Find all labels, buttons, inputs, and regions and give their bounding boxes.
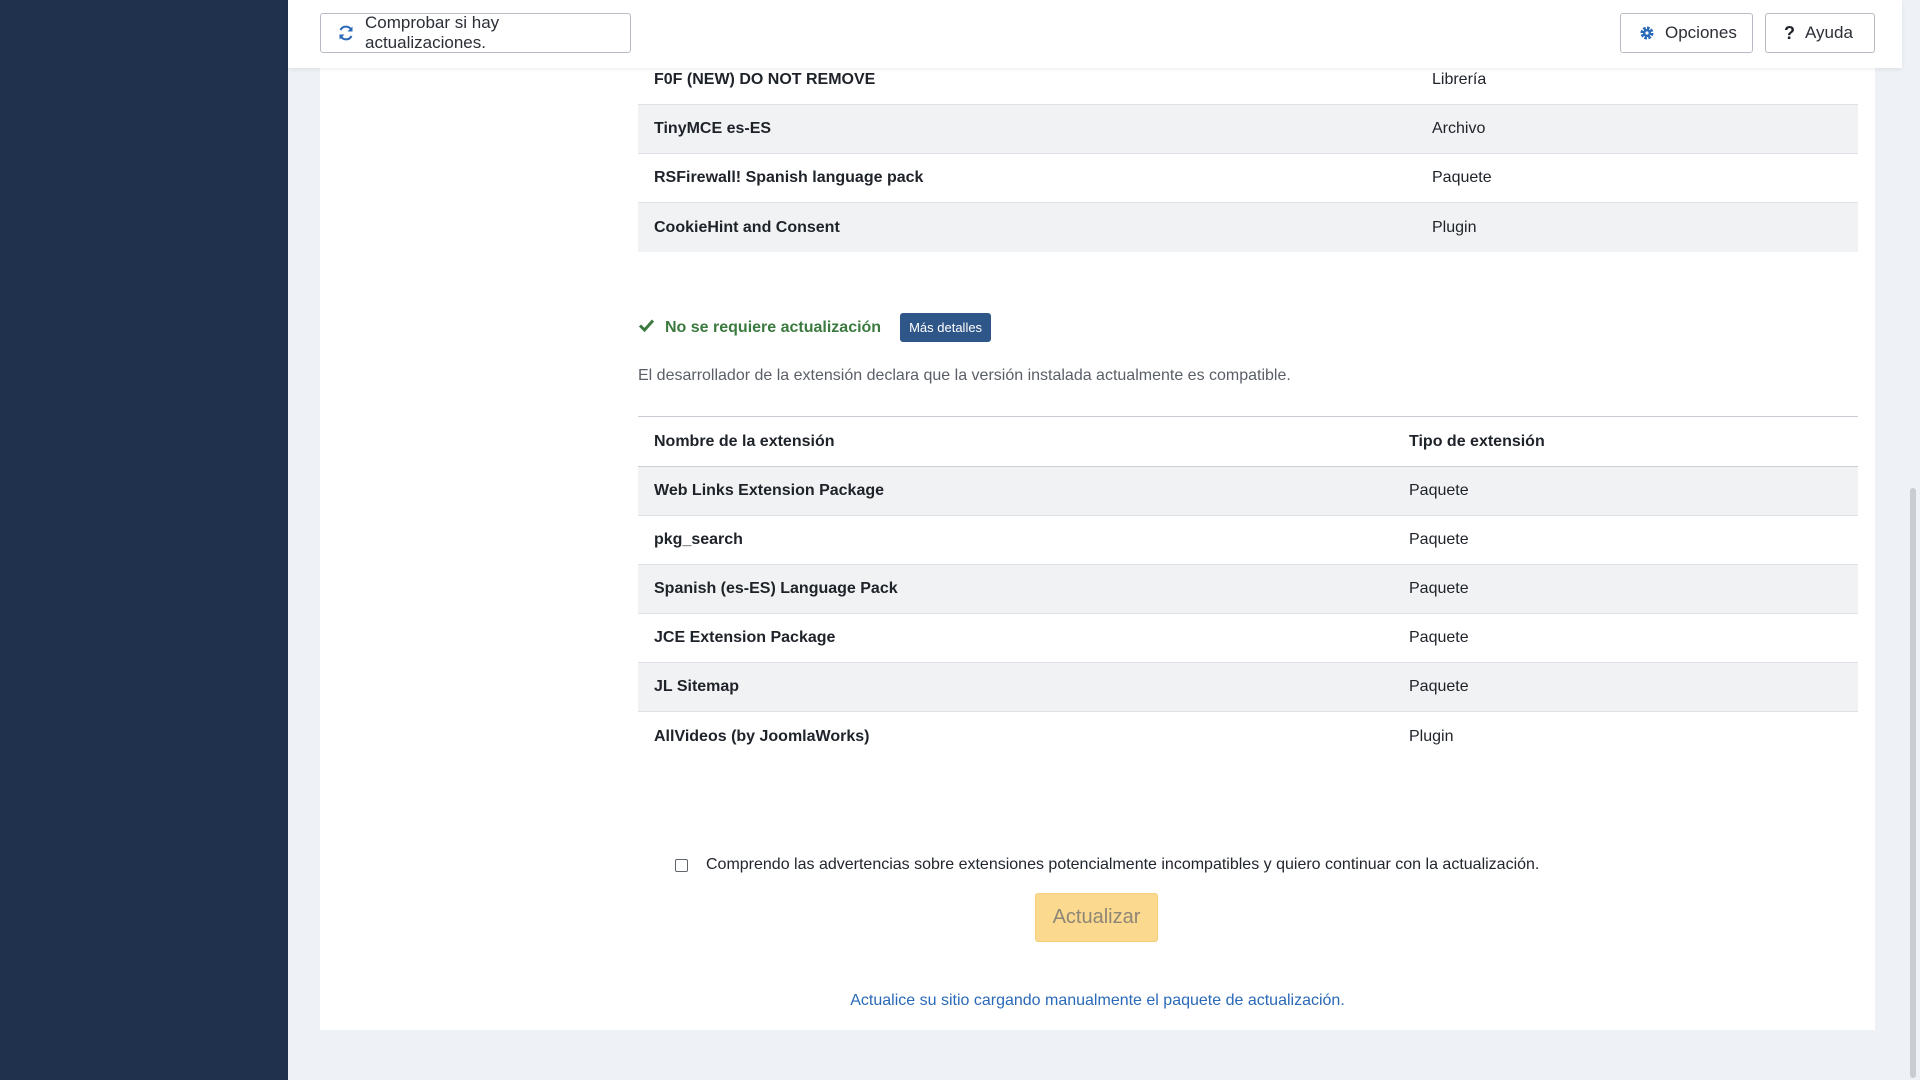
table-row: Spanish (es-ES) Language Pack Paquete (638, 565, 1858, 614)
confirm-warning[interactable]: Comprendo las advertencias sobre extensi… (675, 856, 1539, 874)
confirm-checkbox[interactable] (675, 858, 688, 872)
options-label: Opciones (1665, 23, 1737, 42)
extension-type: Paquete (1432, 169, 1492, 186)
extension-name: TinyMCE es-ES (654, 120, 772, 137)
confirm-label: Comprendo las advertencias sobre extensi… (706, 856, 1540, 873)
extension-type: Paquete (1409, 482, 1469, 499)
check-updates-button[interactable]: Comprobar si hay actualizaciones. (320, 13, 631, 53)
extension-name: AllVideos (by JoomlaWorks) (654, 727, 870, 745)
help-button[interactable]: ? Ayuda (1765, 13, 1875, 53)
extension-name: F0F (NEW) DO NOT REMOVE (654, 71, 876, 88)
extension-name: JL Sitemap (654, 678, 740, 695)
extension-name: CookieHint and Consent (654, 218, 840, 236)
check-icon (638, 318, 655, 337)
extension-name: JCE Extension Package (654, 629, 836, 646)
compatible-extensions-table: Nombre de la extensión Tipo de extensión… (638, 416, 1858, 761)
incompatible-extensions-table: F0F (NEW) DO NOT REMOVE Librería TinyMCE… (638, 56, 1858, 252)
status-text: No se requiere actualización (665, 318, 882, 336)
scrollbar-thumb[interactable] (1910, 488, 1916, 1078)
extension-type: Plugin (1432, 218, 1477, 236)
extension-name: RSFirewall! Spanish language pack (654, 169, 924, 186)
table-row: CookieHint and Consent Plugin (638, 203, 1858, 252)
help-label: Ayuda (1805, 23, 1853, 42)
compatibility-description: El desarrollador de la extensión declara… (638, 367, 1291, 384)
extension-name: Spanish (es-ES) Language Pack (654, 580, 898, 597)
no-update-status: No se requiere actualización Más detalle… (638, 313, 992, 342)
more-details-button[interactable]: Más detalles (900, 313, 992, 342)
extension-name: pkg_search (654, 531, 743, 548)
table-row: AllVideos (by JoomlaWorks) Plugin (638, 712, 1858, 761)
extension-name: Web Links Extension Package (654, 482, 885, 499)
column-header-name: Nombre de la extensión (654, 432, 835, 450)
check-updates-label: Comprobar si hay actualizaciones. (365, 13, 500, 52)
extension-type: Librería (1432, 71, 1487, 88)
sidebar (0, 0, 288, 1080)
scrollbar[interactable] (1902, 0, 1920, 1080)
question-icon: ? (1784, 22, 1795, 43)
table-header: Nombre de la extensión Tipo de extensión (638, 417, 1858, 467)
table-row: RSFirewall! Spanish language pack Paquet… (638, 154, 1858, 203)
table-row: JL Sitemap Paquete (638, 663, 1858, 712)
table-row: pkg_search Paquete (638, 516, 1858, 565)
extension-type: Paquete (1409, 629, 1469, 646)
column-header-type: Tipo de extensión (1409, 432, 1545, 450)
manual-update-link[interactable]: Actualice su sitio cargando manualmente … (0, 992, 1920, 1010)
extension-type: Archivo (1432, 120, 1486, 137)
gear-icon (1639, 25, 1655, 41)
toolbar: Comprobar si hay actualizaciones. Opcion… (288, 0, 1902, 68)
table-row: JCE Extension Package Paquete (638, 614, 1858, 663)
extension-type: Paquete (1409, 531, 1469, 548)
extension-type: Plugin (1409, 727, 1454, 745)
table-row: TinyMCE es-ES Archivo (638, 105, 1858, 154)
extension-type: Paquete (1409, 678, 1469, 695)
extension-type: Paquete (1409, 580, 1469, 597)
update-button[interactable]: Actualizar (1035, 893, 1158, 942)
refresh-icon (337, 24, 355, 42)
options-button[interactable]: Opciones (1620, 13, 1753, 53)
table-row: Web Links Extension Package Paquete (638, 467, 1858, 516)
